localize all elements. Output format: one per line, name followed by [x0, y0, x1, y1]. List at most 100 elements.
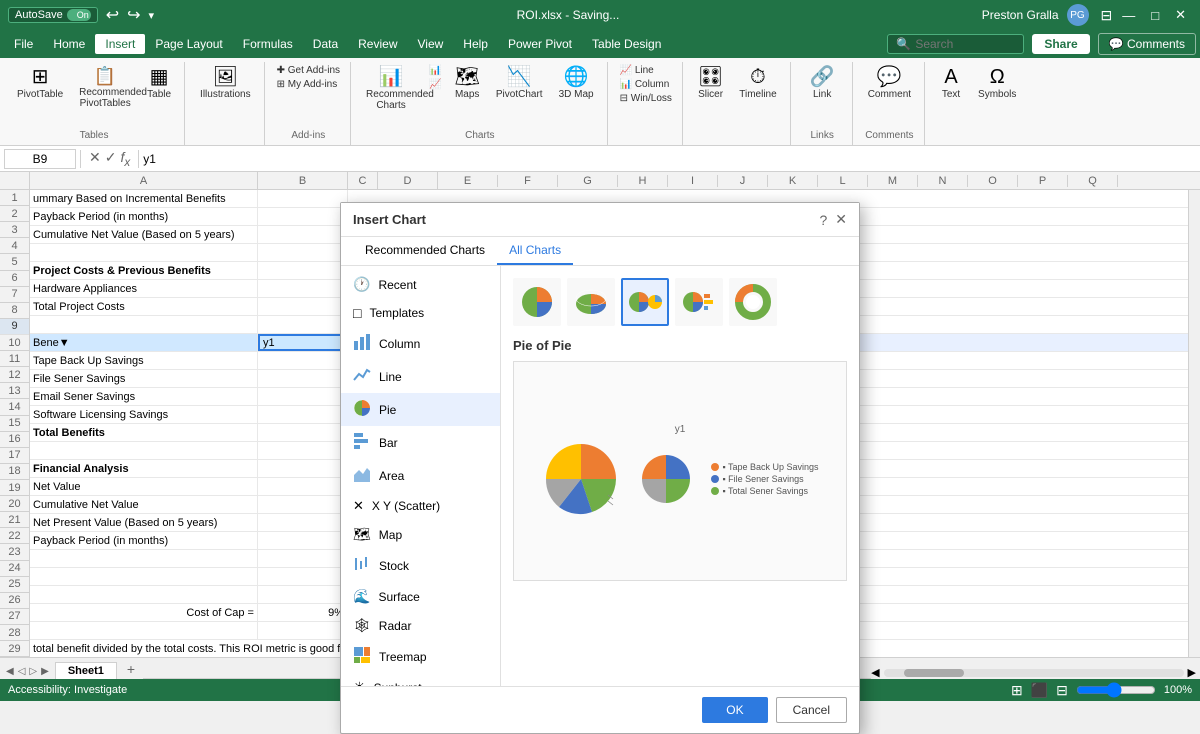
ribbon-btn-link[interactable]: 🔗 Link — [803, 64, 842, 103]
ribbon-btn-table[interactable]: ▦ Table — [140, 64, 178, 103]
close-btn[interactable]: ✕ — [1169, 5, 1192, 25]
chart-type-surface[interactable]: 🌊 Surface — [341, 582, 500, 611]
formula-confirm-icon[interactable]: ✓ — [105, 149, 117, 169]
sheet-tab-sheet1[interactable]: Sheet1 — [55, 662, 117, 679]
dialog-help-btn[interactable]: ? — [819, 211, 827, 228]
ribbon-btn-timeline[interactable]: ⏱ Timeline — [732, 64, 783, 103]
chart-type-column[interactable]: Column — [341, 327, 500, 360]
chart-type-pie[interactable]: Pie — [341, 393, 500, 426]
ribbon-btn-get-addins[interactable]: ✚ Get Add-ins — [273, 64, 344, 77]
chart-subtype-3d-pie[interactable] — [567, 278, 615, 326]
h-scroll-right[interactable]: ▶ — [1188, 666, 1196, 679]
ribbon-btn-text[interactable]: A Text — [933, 64, 969, 103]
ribbon-display-btn[interactable]: ⊟ — [1101, 7, 1113, 24]
col-header-b[interactable]: B — [258, 172, 348, 189]
cell-1a[interactable]: ummary Based on Incremental Benefits — [30, 190, 258, 207]
page-break-icon[interactable]: ⊟ — [1056, 682, 1068, 699]
dialog-tab-all[interactable]: All Charts — [497, 237, 573, 265]
cell-4a[interactable] — [30, 244, 258, 261]
cell-19a[interactable]: Net Present Value (Based on 5 years) — [30, 514, 258, 531]
formula-fx-icon[interactable]: fx — [120, 149, 130, 169]
cell-13a[interactable]: Software Licensing Savings — [30, 406, 258, 423]
cell-18a[interactable]: Cumulative Net Value — [30, 496, 258, 513]
h-scrollbar-thumb[interactable] — [904, 669, 964, 677]
comments-button[interactable]: 💬 Comments — [1098, 33, 1196, 55]
cell-5a[interactable]: Project Costs & Previous Benefits — [30, 262, 258, 279]
ribbon-btn-pivottable[interactable]: ⊞ PivotTable — [10, 64, 70, 103]
ribbon-btn-recommended-charts[interactable]: 📊 Recommended Charts — [359, 64, 423, 114]
ribbon-btn-symbols[interactable]: Ω Symbols — [971, 64, 1023, 103]
menu-review[interactable]: Review — [348, 34, 407, 54]
maximize-btn[interactable]: □ — [1145, 6, 1165, 25]
cell-21a[interactable] — [30, 550, 258, 567]
cell-3a[interactable]: Cumulative Net Value (Based on 5 years) — [30, 226, 258, 243]
chart-type-recent[interactable]: 🕐 Recent — [341, 270, 500, 299]
chart-type-map[interactable]: 🗺 Map — [341, 520, 500, 549]
menu-view[interactable]: View — [408, 34, 454, 54]
ribbon-btn-comment[interactable]: 💬 Comment — [861, 64, 918, 103]
undo-btn[interactable]: ↩ — [106, 5, 119, 25]
cell-9b[interactable]: y1 — [258, 334, 348, 351]
cell-1b[interactable] — [258, 190, 348, 207]
cell-15a[interactable] — [30, 442, 258, 459]
ribbon-btn-illustrations[interactable]: 🖼 Illustrations — [193, 64, 258, 103]
col-header-c[interactable]: C — [348, 172, 378, 189]
ribbon-btn-recommended-pivottables[interactable]: 📋 Recommended PivotTables — [72, 64, 138, 112]
menu-file[interactable]: File — [4, 34, 43, 54]
cell-7a[interactable]: Total Project Costs — [30, 298, 258, 315]
cell-23a[interactable] — [30, 586, 258, 603]
ribbon-btn-line-chart[interactable]: 📈 — [425, 78, 445, 91]
ribbon-btn-pivotchart[interactable]: 📉 PivotChart — [489, 64, 550, 103]
chart-type-treemap[interactable]: Treemap — [341, 640, 500, 673]
cell-16a[interactable]: Financial Analysis — [30, 460, 258, 477]
h-scrollbar-track[interactable] — [884, 669, 1184, 677]
cell-24a[interactable]: Cost of Cap = — [30, 604, 258, 621]
menu-home[interactable]: Home — [43, 34, 95, 54]
chart-type-templates[interactable]: □ Templates — [341, 299, 500, 327]
cell-14a[interactable]: Total Benefits — [30, 424, 258, 441]
cell-6a[interactable]: Hardware Appliances — [30, 280, 258, 297]
menu-table-design[interactable]: Table Design — [582, 34, 671, 54]
cell-8a[interactable] — [30, 316, 258, 333]
search-box[interactable]: 🔍 — [887, 34, 1024, 54]
cell-17a[interactable]: Net Value — [30, 478, 258, 495]
cell-mode-icon[interactable]: ⊞ — [1011, 682, 1023, 699]
chart-subtype-pie[interactable] — [513, 278, 561, 326]
formula-cancel-icon[interactable]: ✕ — [89, 149, 101, 169]
cell-10a[interactable]: Tape Back Up Savings — [30, 352, 258, 369]
chart-type-bar[interactable]: Bar — [341, 426, 500, 459]
ribbon-btn-column-spark[interactable]: 📊 Column — [616, 78, 674, 91]
col-header-d[interactable]: D — [378, 172, 438, 189]
h-scroll-left[interactable]: ◀ — [871, 666, 879, 679]
cell-22a[interactable] — [30, 568, 258, 585]
chart-type-stock[interactable]: Stock — [341, 549, 500, 582]
dialog-tab-recommended[interactable]: Recommended Charts — [353, 237, 497, 265]
cell-25a[interactable] — [30, 622, 258, 639]
ribbon-btn-3d-map[interactable]: 🌐 3D Map — [552, 64, 601, 103]
chart-type-radar[interactable]: 🕸 Radar — [341, 611, 500, 640]
ribbon-btn-slicer[interactable]: 🎛 Slicer — [691, 64, 730, 103]
menu-power-pivot[interactable]: Power Pivot — [498, 34, 582, 54]
cell-2a[interactable]: Payback Period (in months) — [30, 208, 258, 225]
cell-11a[interactable]: File Sener Savings — [30, 370, 258, 387]
add-sheet-button[interactable]: + — [119, 659, 143, 679]
ribbon-btn-line-spark[interactable]: 📈 Line — [616, 64, 658, 77]
zoom-slider[interactable] — [1076, 682, 1156, 698]
chart-type-sunburst[interactable]: ☀ Sunburst — [341, 673, 500, 686]
cell-9a[interactable]: Bene▼ — [30, 334, 258, 351]
chart-subtype-doughnut[interactable] — [729, 278, 777, 326]
cell-2b[interactable] — [258, 208, 348, 225]
sheet-nav-left[interactable]: ◀ — [4, 664, 16, 679]
page-layout-icon[interactable]: ⬛ — [1031, 682, 1048, 699]
menu-page-layout[interactable]: Page Layout — [145, 34, 232, 54]
col-header-a[interactable]: A — [30, 172, 258, 189]
name-box[interactable] — [4, 149, 76, 169]
share-button[interactable]: Share — [1032, 34, 1089, 54]
v-scrollbar[interactable] — [1188, 190, 1200, 657]
menu-help[interactable]: Help — [453, 34, 498, 54]
dialog-close-btn[interactable]: ✕ — [835, 211, 847, 228]
sheet-nav-right2[interactable]: ▷ — [27, 664, 39, 679]
chart-type-line[interactable]: Line — [341, 360, 500, 393]
formula-input[interactable] — [143, 152, 1196, 166]
ribbon-btn-winloss[interactable]: ⊟ Win/Loss — [616, 92, 676, 105]
